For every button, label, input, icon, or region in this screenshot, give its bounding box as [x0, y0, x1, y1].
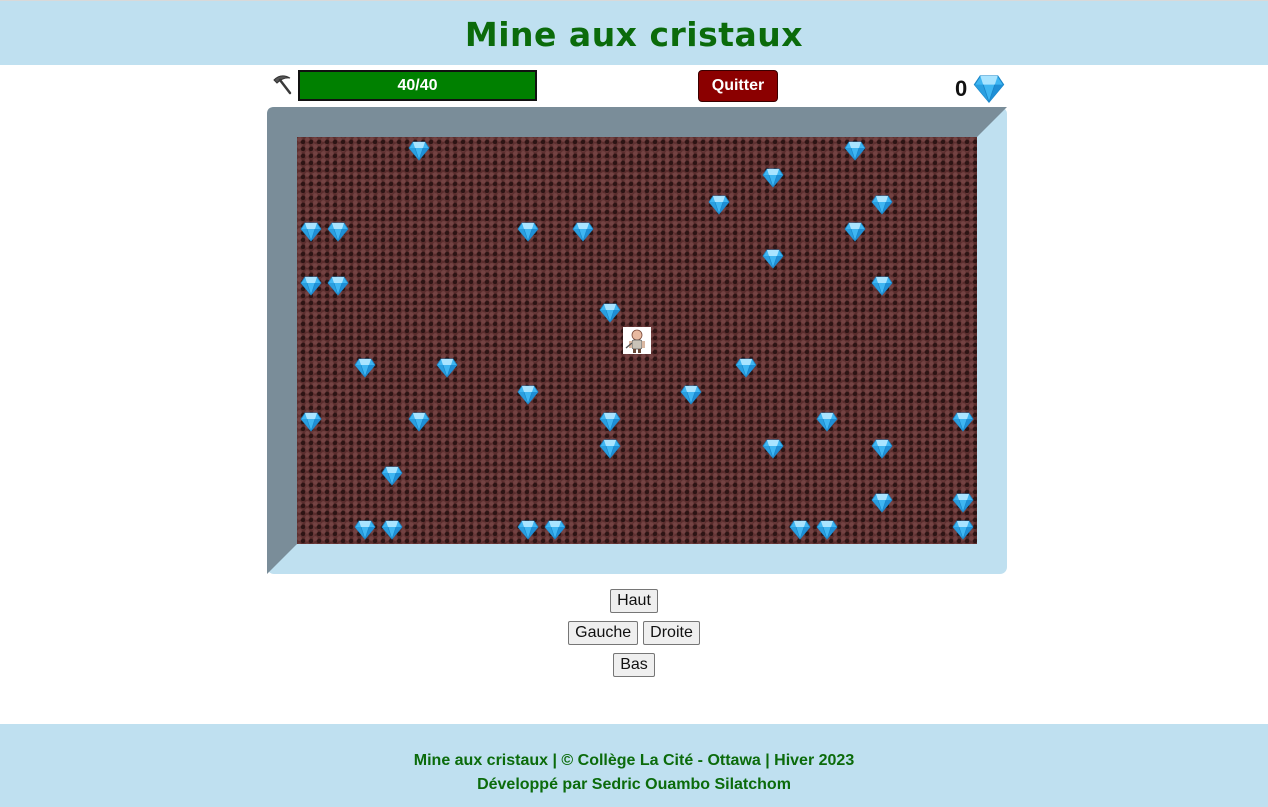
crystal-icon: [599, 439, 621, 459]
mine-board: [267, 107, 1007, 574]
crystal-icon: [517, 385, 539, 405]
crystal-icon: [708, 195, 730, 215]
crystal-icon: [327, 276, 349, 296]
score-value: 0: [955, 76, 968, 101]
crystal-icon: [789, 520, 811, 541]
move-down-button[interactable]: Bas: [613, 653, 655, 677]
pickaxe-icon: [273, 75, 292, 95]
move-left-button[interactable]: Gauche: [568, 621, 639, 645]
crystal-icon: [952, 520, 974, 541]
crystal-icon: [952, 493, 974, 513]
crystal-icon: [762, 168, 784, 188]
crystal-icon: [762, 439, 784, 459]
page-footer: Mine aux cristaux | © Collège La Cité - …: [0, 724, 1268, 807]
crystal-icon: [762, 249, 784, 269]
miner-character: [623, 327, 651, 354]
energy-label: 40/40: [397, 77, 438, 94]
page-title: Mine aux cristaux: [464, 15, 804, 54]
crystal-icon: [354, 358, 376, 378]
footer-credits: Mine aux cristaux | © Collège La Cité - …: [413, 752, 855, 769]
crystal-icon: [300, 412, 322, 432]
crystal-icon: [816, 412, 838, 432]
crystal-icon: [517, 520, 539, 541]
crystal-icon: [871, 195, 893, 215]
status-bar: 40/40 Quitter 0: [267, 68, 1007, 106]
footer-author: Développé par Sedric Ouambo Silatchom: [477, 776, 791, 793]
crystal-icon: [952, 412, 974, 432]
crystal-icon: [871, 276, 893, 296]
quit-button[interactable]: Quitter: [698, 70, 778, 102]
crystal-icon: [381, 520, 403, 541]
page-header: Mine aux cristaux: [0, 0, 1268, 65]
energy-bar: 40/40: [298, 70, 537, 101]
mine-field[interactable]: [297, 137, 977, 544]
crystal-icon: [408, 412, 430, 432]
crystal-icon: [517, 222, 539, 242]
crystal-icon: [354, 520, 376, 541]
crystal-icon: [599, 412, 621, 432]
crystal-icon: [871, 493, 893, 513]
crystal-icon: [735, 358, 757, 378]
gem-icon: [973, 75, 1005, 103]
crystal-icon: [300, 276, 322, 296]
crystal-icon: [327, 222, 349, 242]
crystal-icon: [844, 141, 866, 161]
crystal-icon: [408, 141, 430, 161]
crystal-icon: [436, 358, 458, 378]
direction-controls: Haut Gauche Droite Bas: [0, 589, 1268, 685]
move-up-button[interactable]: Haut: [610, 589, 658, 613]
move-right-button[interactable]: Droite: [643, 621, 700, 645]
crystal-icon: [816, 520, 838, 541]
crystal-icon: [381, 466, 403, 486]
crystal-icon: [871, 439, 893, 459]
crystal-icon: [599, 303, 621, 323]
crystal-icon: [844, 222, 866, 242]
crystal-icon: [680, 385, 702, 405]
crystal-icon: [572, 222, 594, 242]
crystal-icon: [300, 222, 322, 242]
crystal-icon: [544, 520, 566, 541]
